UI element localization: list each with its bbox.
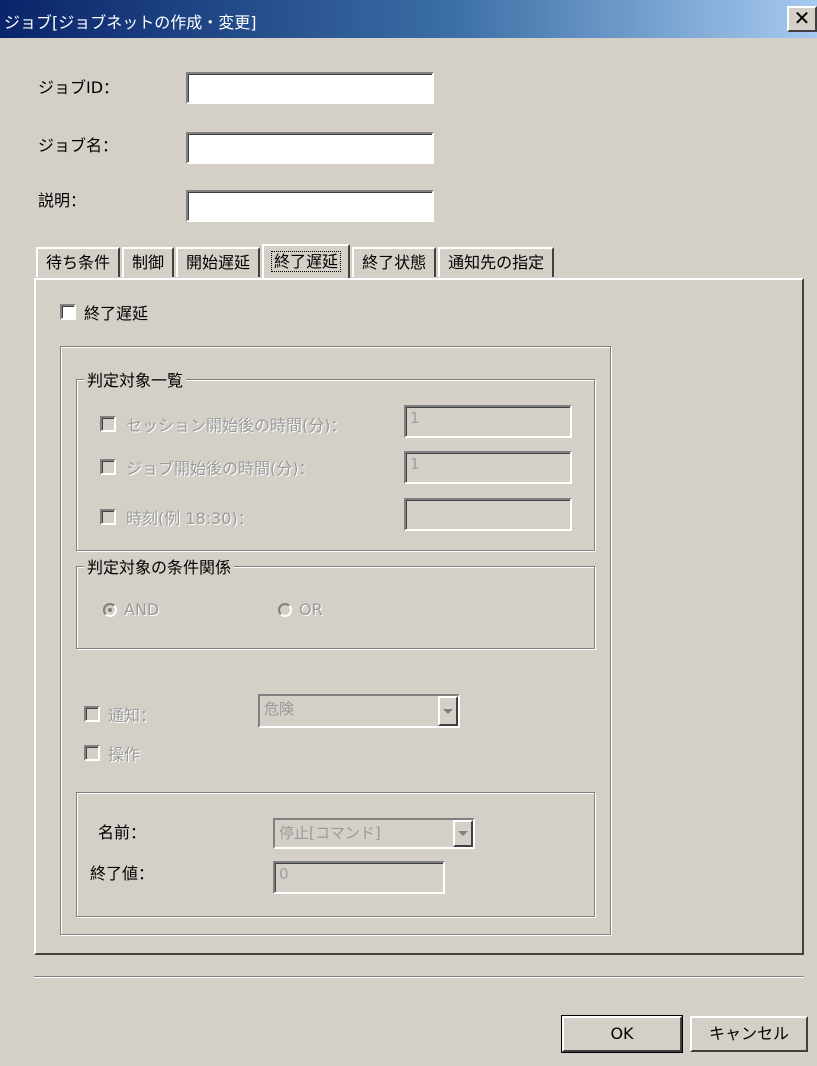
or-radio[interactable] bbox=[278, 603, 292, 617]
and-label: AND bbox=[124, 600, 160, 619]
condition-relation-title: 判定対象の条件関係 bbox=[84, 554, 235, 578]
job-name-input[interactable] bbox=[186, 132, 434, 164]
notify-label: 通知： bbox=[108, 706, 157, 725]
operation-label: 操作 bbox=[108, 745, 141, 764]
tab-strip: 待ち条件 制御 開始遅延 終了遅延 終了状態 通知先の指定 bbox=[36, 244, 556, 279]
tab-notification-target[interactable]: 通知先の指定 bbox=[438, 247, 555, 277]
and-radio[interactable] bbox=[103, 603, 117, 617]
operation-name-value: 停止[コマンド] bbox=[279, 824, 381, 842]
chevron-down-icon[interactable] bbox=[453, 820, 473, 847]
tab-control[interactable]: 制御 bbox=[122, 247, 175, 277]
tab-label: 開始遅延 bbox=[186, 253, 251, 272]
description-label: 説明： bbox=[38, 191, 87, 210]
notify-level-value: 危険 bbox=[264, 700, 295, 718]
notify-level-select[interactable]: 危険 bbox=[258, 694, 460, 728]
operation-name-label: 名前： bbox=[98, 823, 147, 842]
title-bar: ジョブ[ジョブネットの作成・変更] ✕ bbox=[0, 0, 817, 38]
exit-value-label: 終了値： bbox=[90, 864, 155, 883]
chevron-down-icon[interactable] bbox=[438, 696, 458, 726]
description-input[interactable] bbox=[186, 190, 434, 222]
tab-end-status[interactable]: 終了状態 bbox=[352, 247, 437, 277]
session-elapsed-label: セッション開始後の時間(分)： bbox=[126, 416, 347, 435]
exit-value-input[interactable]: 0 bbox=[273, 861, 445, 894]
notify-checkbox[interactable] bbox=[84, 706, 100, 722]
window-title: ジョブ[ジョブネットの作成・変更] bbox=[4, 13, 257, 32]
close-icon: ✕ bbox=[793, 6, 811, 30]
job-elapsed-label: ジョブ開始後の時間(分)： bbox=[126, 459, 315, 478]
or-label: OR bbox=[299, 600, 323, 619]
job-id-input[interactable] bbox=[186, 72, 434, 104]
tab-label: 待ち条件 bbox=[46, 253, 111, 272]
tab-wait-condition[interactable]: 待ち条件 bbox=[36, 247, 121, 277]
end-delay-label: 終了遅延 bbox=[84, 304, 149, 323]
session-elapsed-checkbox[interactable] bbox=[100, 416, 116, 432]
ok-button[interactable]: OK bbox=[561, 1015, 683, 1053]
session-elapsed-input[interactable]: 1 bbox=[404, 405, 572, 438]
operation-details-group bbox=[76, 792, 595, 917]
operation-name-select[interactable]: 停止[コマンド] bbox=[273, 818, 475, 849]
close-button[interactable]: ✕ bbox=[787, 6, 817, 32]
tab-label: 終了状態 bbox=[362, 253, 427, 272]
time-of-day-label: 時刻(例 18:30)： bbox=[126, 509, 254, 528]
tab-label: 通知先の指定 bbox=[448, 253, 545, 272]
operation-checkbox[interactable] bbox=[84, 745, 100, 761]
end-delay-checkbox[interactable] bbox=[60, 304, 76, 320]
time-of-day-checkbox[interactable] bbox=[100, 509, 116, 525]
job-name-label: ジョブ名： bbox=[38, 136, 119, 155]
tab-label: 制御 bbox=[132, 253, 165, 272]
job-elapsed-checkbox[interactable] bbox=[100, 459, 116, 475]
tab-end-delay[interactable]: 終了遅延 bbox=[262, 244, 351, 278]
time-of-day-input[interactable] bbox=[404, 498, 572, 531]
tab-start-delay[interactable]: 開始遅延 bbox=[176, 247, 261, 277]
tab-label: 終了遅延 bbox=[271, 251, 342, 272]
cancel-button[interactable]: キャンセル bbox=[690, 1016, 808, 1052]
job-id-label: ジョブID： bbox=[38, 78, 120, 97]
separator bbox=[34, 976, 804, 978]
judgment-target-title: 判定対象一覧 bbox=[84, 367, 187, 391]
job-elapsed-input[interactable]: 1 bbox=[404, 451, 572, 484]
